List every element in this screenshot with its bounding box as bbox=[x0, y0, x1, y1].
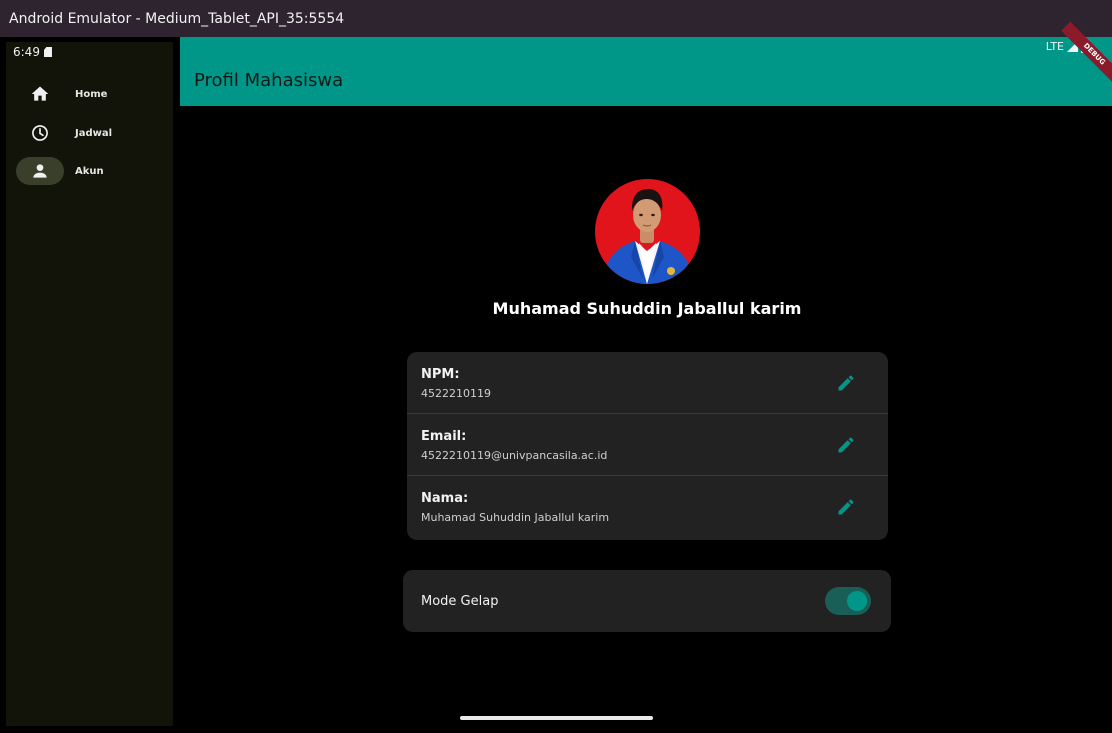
pencil-icon bbox=[838, 499, 854, 515]
nav-item-jadwal-indicator bbox=[16, 119, 64, 147]
avatar bbox=[595, 179, 700, 284]
emulator-title-bar: Android Emulator - Medium_Tablet_API_35:… bbox=[0, 0, 1112, 37]
info-value: 4522210119@univpancasila.ac.id bbox=[421, 449, 608, 462]
network-type: LTE bbox=[1045, 40, 1064, 53]
person-icon bbox=[33, 164, 47, 178]
profile-name: Muhamad Suhuddin Jaballul karim bbox=[492, 299, 802, 318]
info-label: NPM: bbox=[421, 367, 460, 382]
page-title: Profil Mahasiswa bbox=[194, 70, 344, 91]
nav-item-jadwal[interactable]: Jadwal bbox=[16, 119, 166, 147]
info-label: Email: bbox=[421, 429, 467, 444]
sim-card-icon bbox=[43, 47, 52, 57]
info-row-email[interactable]: Email: 4522210119@univpancasila.ac.id bbox=[407, 414, 888, 476]
pencil-icon bbox=[838, 375, 854, 391]
nav-item-home[interactable]: Home bbox=[16, 80, 166, 108]
app-bar: Profil Mahasiswa LTE DEBUG bbox=[180, 21, 1112, 106]
nav-item-akun[interactable]: Akun bbox=[16, 157, 166, 185]
home-icon bbox=[31, 86, 49, 101]
nav-item-label: Akun bbox=[75, 165, 104, 177]
theme-card: Mode Gelap bbox=[403, 570, 891, 632]
profile-photo bbox=[595, 179, 700, 284]
edit-npm-button[interactable] bbox=[835, 372, 857, 394]
nav-item-akun-indicator bbox=[16, 157, 64, 185]
clock-icon bbox=[32, 125, 48, 141]
info-card: NPM: 4522210119 Email: 4522210119@univpa… bbox=[407, 352, 888, 540]
edit-nama-button[interactable] bbox=[835, 496, 857, 518]
dark-mode-label: Mode Gelap bbox=[421, 594, 499, 609]
switch-knob bbox=[847, 591, 867, 611]
info-row-nama[interactable]: Nama: Muhamad Suhuddin Jaballul karim bbox=[407, 476, 888, 538]
dark-mode-switch[interactable] bbox=[825, 587, 871, 615]
info-value: 4522210119 bbox=[421, 387, 491, 400]
emulator-title: Android Emulator - Medium_Tablet_API_35:… bbox=[9, 10, 345, 27]
navigation-rail: 6:49 Home Jadwal Akun bbox=[6, 42, 173, 726]
gesture-handle[interactable] bbox=[460, 716, 653, 720]
nav-item-home-indicator bbox=[16, 80, 64, 108]
info-row-npm[interactable]: NPM: 4522210119 bbox=[407, 352, 888, 414]
pencil-icon bbox=[838, 437, 854, 453]
edit-email-button[interactable] bbox=[835, 434, 857, 456]
info-value: Muhamad Suhuddin Jaballul karim bbox=[421, 511, 610, 524]
nav-item-label: Jadwal bbox=[75, 127, 113, 139]
info-label: Nama: bbox=[421, 491, 469, 506]
nav-item-label: Home bbox=[75, 88, 108, 100]
device-screen: 6:49 Home Jadwal Akun Profil Mahasiswa L… bbox=[0, 21, 1112, 733]
status-time: 6:49 bbox=[13, 45, 40, 59]
status-bar-left: 6:49 bbox=[13, 45, 52, 59]
